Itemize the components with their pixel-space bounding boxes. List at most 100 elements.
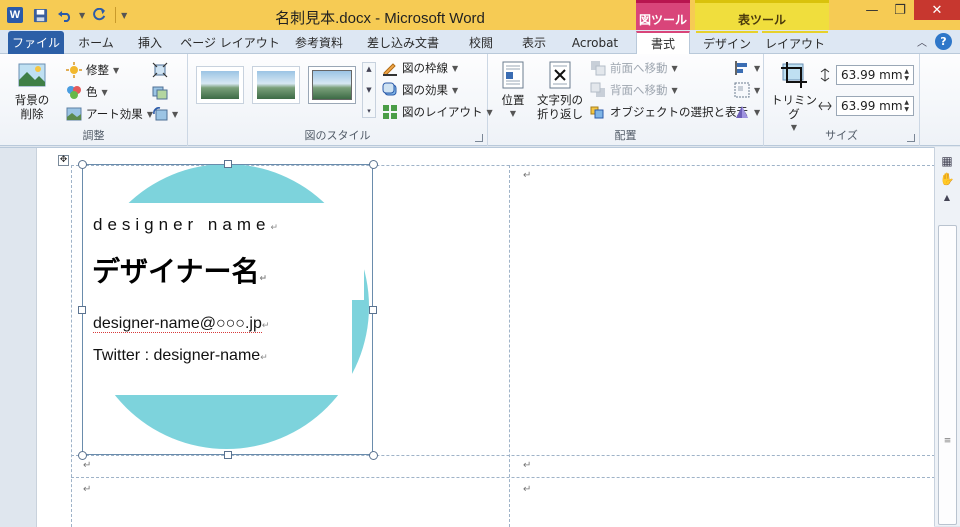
picture-layout-label: 図のレイアウト [402, 105, 483, 119]
wrap-text-icon [549, 61, 571, 89]
tab-insert[interactable]: 挿入 [126, 31, 174, 54]
change-picture-button[interactable] [152, 82, 168, 102]
tab-design[interactable]: デザイン [696, 31, 758, 54]
height-icon [820, 68, 830, 82]
group-adjust: 背景の 削除 修整 ▼ 色 ▼ アート効果 ▼ ▼ 調整 [0, 54, 188, 146]
send-backward-dropdown-icon: ▼ [671, 85, 678, 95]
picture-border-icon [383, 63, 397, 76]
position-button[interactable]: 位置 ▼ [494, 60, 532, 121]
tab-mailings[interactable]: 差し込み文書 [356, 31, 450, 54]
table-gridline [71, 477, 935, 478]
height-value: 63.99 mm [841, 68, 903, 82]
group-objects-button[interactable]: ▼ [734, 80, 760, 100]
resize-handle-ne[interactable] [369, 160, 378, 169]
group-arrange: 位置 ▼ 文字列の 折り返し 前面へ移動 ▼ 背面へ移動 ▼ オブジェクトの選択と表… [488, 54, 764, 146]
art-effects-button[interactable]: アート効果 ▼ [66, 104, 153, 124]
remove-background-button[interactable]: 背景の 削除 [10, 60, 54, 121]
reset-picture-dropdown-icon: ▼ [172, 109, 179, 119]
table-gridline [71, 165, 72, 527]
resize-handle-e[interactable] [369, 306, 377, 314]
picture-style-3[interactable] [308, 66, 356, 104]
width-value: 63.99 mm [841, 99, 903, 113]
group-size: トリミング ▼ 63.99 mm ▲ ▼ 63.99 mm ▲ ▼ サイズ [764, 54, 920, 146]
ruler-toggle-icon[interactable]: ▦ [939, 153, 955, 169]
scrollbar-grip-icon: ≡ [943, 436, 952, 446]
color-icon [67, 86, 81, 99]
reset-picture-button[interactable]: ▼ [152, 104, 178, 124]
gallery-more-icon[interactable]: ▾ [367, 107, 371, 115]
group-arrange-label: 配置 [614, 129, 637, 142]
size-launcher-icon[interactable] [907, 134, 915, 142]
gallery-up-icon[interactable]: ▲ [366, 65, 371, 73]
height-spin-arrows-icon[interactable]: ▲ ▼ [904, 68, 909, 82]
gallery-down-icon[interactable]: ▼ [366, 86, 371, 94]
resize-handle-sw[interactable] [78, 451, 87, 460]
compress-pictures-button[interactable] [152, 60, 168, 80]
picture-effects-icon [382, 82, 397, 96]
resize-handle-w[interactable] [78, 306, 86, 314]
picture-border-dropdown-icon: ▼ [452, 63, 459, 73]
picture-style-1[interactable] [196, 66, 244, 104]
tab-format[interactable]: 書式 [636, 31, 690, 55]
corrections-dropdown-icon: ▼ [113, 65, 120, 75]
width-spinner[interactable]: 63.99 mm ▲ ▼ [836, 96, 914, 116]
resize-handle-nw[interactable] [78, 160, 87, 169]
send-backward-button[interactable]: 背面へ移動 ▼ [590, 80, 678, 100]
resize-handle-se[interactable] [369, 451, 378, 460]
width-spin-arrows-icon[interactable]: ▲ ▼ [904, 99, 909, 113]
document-area[interactable]: ↵ ↵ ↵ ↵ ↵ ✥ designer name↵ デザイナー名↵ desig… [0, 147, 935, 527]
color-label: 色 [86, 85, 98, 99]
table-move-handle-icon[interactable]: ✥ [58, 155, 69, 166]
tab-references[interactable]: 参考資料 [286, 31, 352, 54]
picture-layout-button[interactable]: 図のレイアウト ▼ [382, 102, 493, 122]
picture-style-1-preview [201, 71, 239, 99]
color-button[interactable]: 色 ▼ [66, 82, 108, 102]
tab-file[interactable]: ファイル [8, 31, 64, 54]
bring-forward-icon [591, 61, 606, 76]
align-icon [735, 61, 747, 75]
resize-handle-n[interactable] [224, 160, 232, 168]
wrap-text-button[interactable]: 文字列の 折り返し [534, 60, 586, 121]
rotate-icon [736, 106, 748, 118]
picture-styles-launcher-icon[interactable] [475, 134, 483, 142]
corrections-icon [66, 62, 82, 78]
selection-pane-button[interactable]: オブジェクトの選択と表示 [590, 102, 748, 122]
group-objects-dropdown-icon: ▼ [754, 85, 761, 95]
scrollbar-thumb[interactable]: ≡ [938, 225, 957, 525]
close-button[interactable]: ✕ [914, 0, 960, 20]
vertical-scrollbar[interactable]: ▦ ✋ ▲ ≡ [934, 147, 960, 526]
tab-acrobat[interactable]: Acrobat [562, 31, 628, 54]
restore-button[interactable]: ❐ [886, 0, 914, 20]
change-picture-icon [152, 86, 168, 100]
remove-background-icon [18, 63, 46, 87]
help-icon[interactable]: ? [935, 33, 952, 50]
tab-layout[interactable]: レイアウト [762, 31, 828, 54]
paragraph-mark: ↵ [523, 460, 532, 471]
corrections-button[interactable]: 修整 ▼ [66, 60, 119, 80]
picture-style-2[interactable] [252, 66, 300, 104]
art-effects-label: アート効果 [86, 107, 143, 121]
crop-label: トリミング [771, 93, 817, 121]
tab-page-layout[interactable]: ページ レイアウト [178, 31, 282, 54]
bring-forward-dropdown-icon: ▼ [671, 63, 678, 73]
rotate-button[interactable]: ▼ [734, 102, 760, 122]
paragraph-mark: ↵ [83, 484, 92, 495]
table-gridline [509, 165, 510, 527]
resize-handle-s[interactable] [224, 451, 232, 459]
tab-view[interactable]: 表示 [510, 31, 558, 54]
picture-effects-button[interactable]: 図の効果 ▼ [382, 80, 458, 100]
style-gallery-scroll[interactable]: ▲ ▼ ▾ [362, 62, 376, 118]
paragraph-mark: ↵ [523, 484, 532, 495]
picture-border-button[interactable]: 図の枠線 ▼ [382, 58, 458, 78]
selection-pane-icon [590, 106, 604, 119]
crop-button[interactable]: トリミング ▼ [770, 60, 818, 135]
tab-home[interactable]: ホーム [70, 31, 122, 54]
tab-review[interactable]: 校閲 [454, 31, 508, 54]
hand-tool-icon[interactable]: ✋ [939, 171, 955, 187]
height-spinner[interactable]: 63.99 mm ▲ ▼ [836, 65, 914, 85]
minimize-button[interactable]: — [858, 0, 886, 20]
align-button[interactable]: ▼ [734, 58, 760, 78]
scroll-up-icon[interactable]: ▲ [939, 189, 955, 205]
minimize-ribbon-icon[interactable]: ︿ [917, 34, 927, 49]
bring-forward-button[interactable]: 前面へ移動 ▼ [590, 58, 678, 78]
